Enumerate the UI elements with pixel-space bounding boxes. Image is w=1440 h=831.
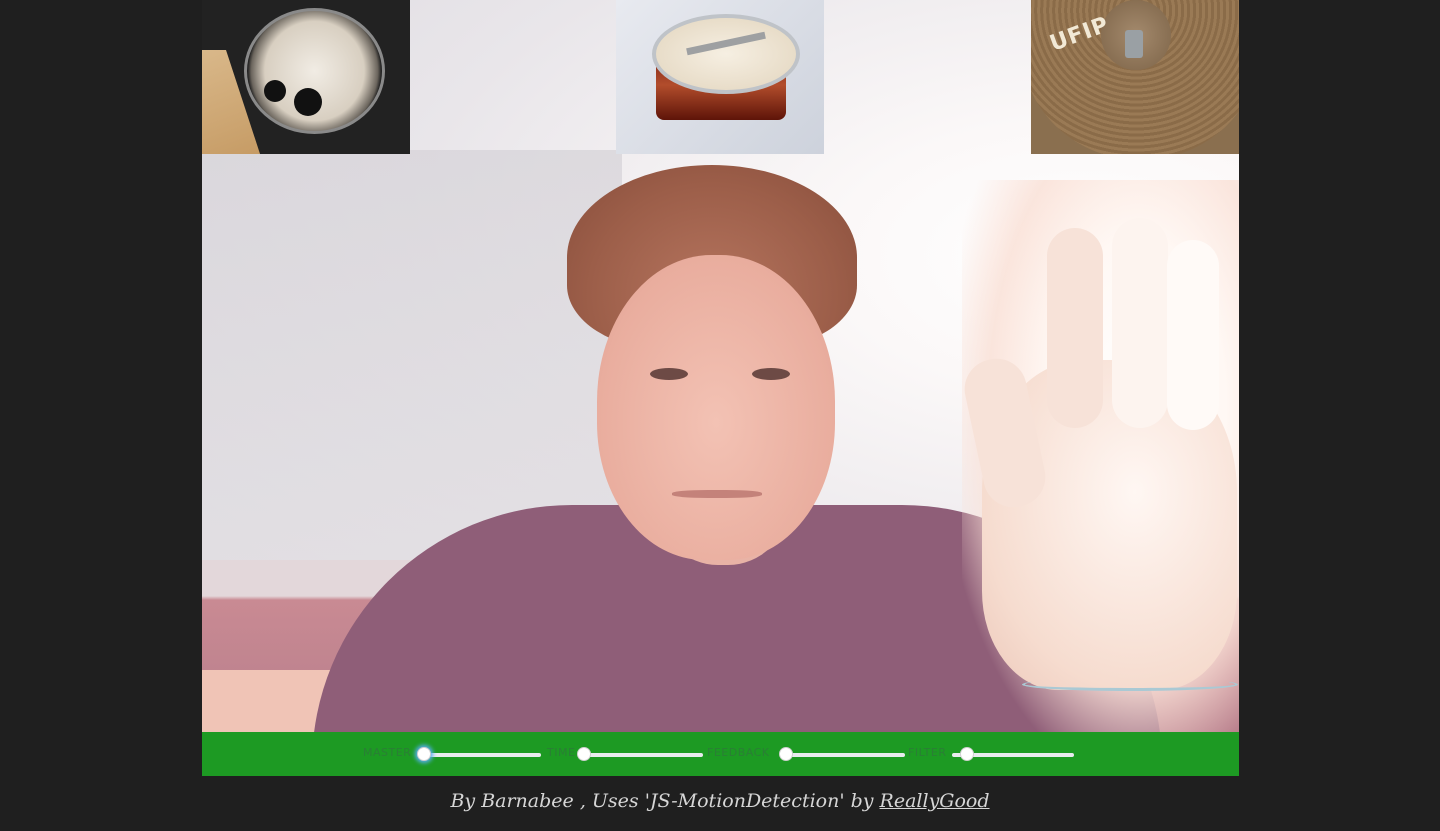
- port-hole: [294, 88, 322, 116]
- filter-control: FILTER: [908, 744, 1078, 766]
- mouth: [672, 490, 762, 498]
- effects-controls-bar: MASTER TIME FEEDBACK FILTER: [202, 732, 1239, 776]
- kick-drum-shell: [244, 8, 385, 134]
- kick-drum-pad[interactable]: [202, 0, 410, 154]
- feedback-label: FEEDBACK: [707, 746, 770, 759]
- credit-text: By Barnabee , Uses 'JS-MotionDetection' …: [450, 790, 874, 812]
- bracelet: [1022, 678, 1238, 691]
- time-slider-track[interactable]: [581, 753, 703, 757]
- snare-head: [652, 14, 800, 94]
- port-hole: [264, 80, 286, 102]
- time-label: TIME: [547, 746, 576, 759]
- master-control: MASTER: [363, 744, 543, 766]
- credit-line: By Barnabee , Uses 'JS-MotionDetection' …: [0, 790, 1440, 812]
- filter-slider-thumb[interactable]: [960, 747, 975, 761]
- master-slider-track[interactable]: [421, 753, 541, 757]
- master-slider-thumb[interactable]: [417, 747, 431, 761]
- right-eye: [752, 368, 790, 380]
- feedback-slider-thumb[interactable]: [779, 747, 793, 761]
- middle-finger: [1112, 218, 1168, 428]
- time-control: TIME: [547, 744, 707, 766]
- cymbal-bolt: [1125, 30, 1143, 58]
- master-label: MASTER: [363, 746, 412, 759]
- left-eye: [650, 368, 688, 380]
- feedback-slider-track[interactable]: [783, 753, 905, 757]
- time-slider-thumb[interactable]: [577, 747, 591, 761]
- face: [597, 255, 835, 560]
- filter-label: FILTER: [908, 746, 947, 759]
- index-finger: [1047, 228, 1103, 428]
- ring-finger: [1167, 240, 1219, 430]
- feedback-control: FEEDBACK: [707, 744, 907, 766]
- cymbal-pad[interactable]: UFIP: [1031, 0, 1239, 154]
- snare-drum-pad[interactable]: [616, 0, 824, 154]
- reallygood-link[interactable]: ReallyGood: [880, 790, 990, 812]
